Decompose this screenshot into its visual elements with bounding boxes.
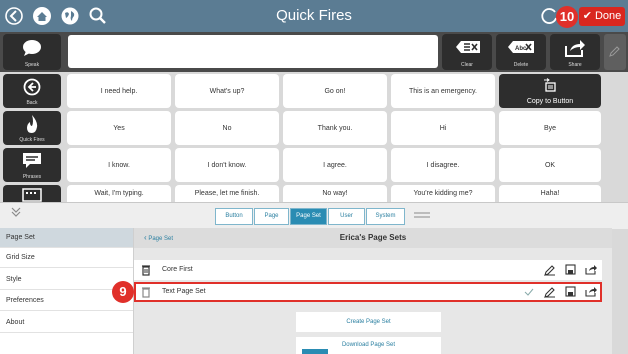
share-icon[interactable] bbox=[585, 264, 597, 275]
share-label: Share bbox=[568, 62, 582, 68]
step-badge-10: 10 bbox=[556, 6, 578, 28]
trash-icon[interactable] bbox=[141, 286, 151, 298]
clear-label: Clear bbox=[461, 62, 473, 68]
search-icon[interactable] bbox=[88, 6, 108, 26]
copy-to-button[interactable]: Copy to Button bbox=[499, 74, 601, 108]
download-progress-indicator bbox=[302, 349, 328, 354]
sidebar-item-about[interactable]: About bbox=[0, 313, 133, 333]
phrase-button[interactable]: Wait, I'm typing. bbox=[67, 185, 171, 202]
quick-fires-button[interactable]: Quick Fires bbox=[3, 111, 61, 145]
phrase-button[interactable]: Hi bbox=[391, 111, 495, 145]
quick-fires-label: Quick Fires bbox=[19, 137, 45, 143]
done-label: Done bbox=[594, 10, 622, 22]
keyboard-icon bbox=[22, 188, 42, 202]
phrase-button[interactable]: Thank you. bbox=[283, 111, 387, 145]
share-icon[interactable] bbox=[585, 286, 597, 297]
check-icon: ✔ bbox=[582, 10, 592, 22]
phrase-button[interactable]: Yes bbox=[67, 111, 171, 145]
phrase-button[interactable]: What's up? bbox=[175, 74, 279, 108]
keyboard-button[interactable] bbox=[3, 185, 61, 202]
phrase-button[interactable]: Go on! bbox=[283, 74, 387, 108]
phrases-label: Phrases bbox=[22, 174, 42, 180]
tab-page[interactable]: Page bbox=[254, 208, 289, 225]
phrase-button[interactable]: You're kidding me? bbox=[391, 185, 495, 202]
copy-to-button-label: Copy to Button bbox=[526, 98, 574, 105]
delete-button[interactable]: Abc Delete bbox=[496, 34, 546, 70]
tab-page-set[interactable]: Page Set bbox=[290, 208, 327, 225]
backspace-icon: Abc bbox=[507, 40, 535, 54]
message-input[interactable] bbox=[68, 35, 438, 68]
phrase-button[interactable]: No bbox=[175, 111, 279, 145]
back-arrow-icon bbox=[23, 78, 41, 96]
phrase-button[interactable]: I know. bbox=[67, 148, 171, 182]
checkmark-icon bbox=[524, 287, 534, 297]
done-button[interactable]: ✔ Done bbox=[579, 7, 625, 26]
trash-icon[interactable] bbox=[141, 264, 151, 276]
page-set-row-selected[interactable]: Text Page Set bbox=[134, 282, 602, 302]
share-icon bbox=[564, 38, 586, 58]
fire-icon bbox=[24, 114, 40, 134]
phrase-button[interactable]: I agree. bbox=[283, 148, 387, 182]
delete-label: Delete bbox=[513, 62, 529, 68]
page-set-row[interactable]: Core First bbox=[134, 260, 602, 280]
tab-button[interactable]: Button bbox=[215, 208, 253, 225]
pencil-icon bbox=[609, 45, 621, 57]
save-icon[interactable] bbox=[565, 264, 576, 275]
phrase-button[interactable]: I need help. bbox=[67, 74, 171, 108]
phrase-button[interactable]: I disagree. bbox=[391, 148, 495, 182]
speech-bubble-icon bbox=[22, 39, 42, 57]
phrase-button[interactable]: No way! bbox=[283, 185, 387, 202]
edit-pencil-button[interactable] bbox=[604, 34, 626, 70]
speak-label: Speak bbox=[24, 62, 40, 68]
delete-icon-text: Abc bbox=[515, 46, 527, 52]
save-icon[interactable] bbox=[565, 286, 576, 297]
sidebar-item-page-set[interactable]: Page Set bbox=[0, 228, 133, 248]
create-page-set-button[interactable]: Create Page Set bbox=[296, 312, 441, 332]
drag-handle-icon[interactable] bbox=[414, 211, 430, 219]
download-label: Download Page Set bbox=[341, 342, 396, 348]
phrase-button[interactable]: Please, let me finish. bbox=[175, 185, 279, 202]
phrase-button[interactable]: OK bbox=[499, 148, 601, 182]
tab-system[interactable]: System bbox=[366, 208, 405, 225]
page-set-name: Text Page Set bbox=[162, 288, 206, 295]
clear-button[interactable]: Clear bbox=[442, 34, 492, 70]
page-set-name: Core First bbox=[162, 266, 193, 273]
step-badge-9: 9 bbox=[112, 281, 134, 303]
home-icon[interactable] bbox=[32, 6, 52, 26]
phrase-button[interactable]: Bye bbox=[499, 111, 601, 145]
back-circle-icon[interactable] bbox=[4, 6, 24, 26]
pencil-icon[interactable] bbox=[544, 264, 556, 276]
phrase-button[interactable]: I don't know. bbox=[175, 148, 279, 182]
collapse-chevron-icon[interactable] bbox=[10, 206, 22, 218]
copy-icon bbox=[543, 78, 557, 92]
sidebar-item-grid-size[interactable]: Grid Size bbox=[0, 248, 133, 268]
tab-user[interactable]: User bbox=[328, 208, 365, 225]
phrase-button[interactable]: This is an emergency. bbox=[391, 74, 495, 108]
phrase-button[interactable]: Haha! bbox=[499, 185, 601, 202]
back-label: Back bbox=[26, 100, 38, 106]
phrases-icon bbox=[22, 152, 42, 170]
speak-button[interactable]: Speak bbox=[3, 34, 61, 70]
section-heading: Erica's Page Sets bbox=[339, 233, 407, 242]
back-button[interactable]: Back bbox=[3, 74, 61, 108]
pencil-icon[interactable] bbox=[544, 286, 556, 298]
download-page-set-button[interactable]: Download Page Set bbox=[296, 337, 441, 354]
phrases-button[interactable]: Phrases bbox=[3, 148, 61, 182]
globe-icon[interactable] bbox=[60, 6, 80, 26]
clear-icon bbox=[455, 40, 481, 54]
share-button[interactable]: Share bbox=[550, 34, 600, 70]
